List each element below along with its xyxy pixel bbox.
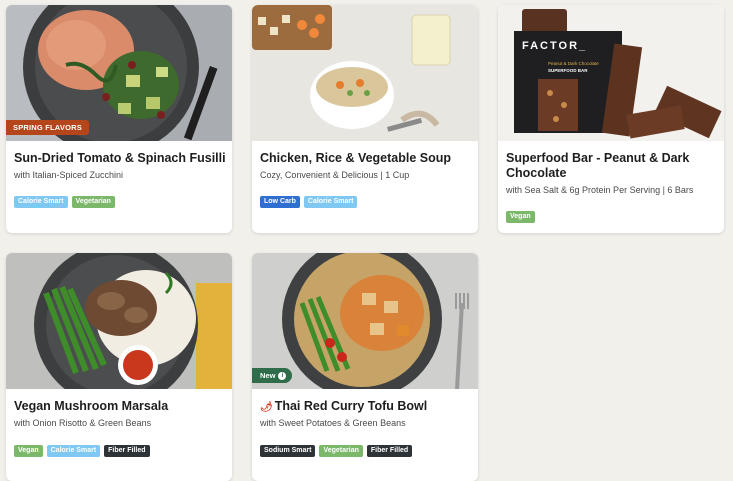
tag-fiber-filled: Fiber Filled <box>366 445 413 457</box>
new-badge-label: New <box>260 371 276 380</box>
meal-card-fusilli[interactable]: SPRING FLAVORS Sun-Dried Tomato & Spinac… <box>6 5 232 233</box>
new-badge[interactable]: New i <box>252 368 293 383</box>
meal-subtitle: with Italian-Spiced Zucchini <box>14 170 124 180</box>
tag-vegan: Vegan <box>14 445 43 457</box>
tag-list: Vegan Calorie Smart Fiber Filled <box>14 445 150 457</box>
meal-title[interactable]: Sun-Dried Tomato & Spinach Fusilli <box>14 151 226 166</box>
spring-flavors-badge: SPRING FLAVORS <box>6 120 89 135</box>
meal-subtitle: with Onion Risotto & Green Beans <box>14 418 152 428</box>
tag-calorie-smart: Calorie Smart <box>303 196 358 208</box>
meal-card-soup[interactable]: Chicken, Rice & Vegetable Soup Cozy, Con… <box>252 5 478 233</box>
tag-list: Low Carb Calorie Smart <box>260 196 358 208</box>
tag-vegetarian: Vegetarian <box>71 196 115 208</box>
tag-vegetarian: Vegetarian <box>319 445 363 457</box>
tag-vegan: Vegan <box>506 211 535 223</box>
tag-list: Vegan <box>506 211 535 223</box>
meal-subtitle: with Sea Salt & 6g Protein Per Serving |… <box>506 185 694 195</box>
package-type-text: SUPERFOOD BAR <box>548 68 588 73</box>
tag-fiber-filled: Fiber Filled <box>104 445 150 457</box>
meal-title[interactable]: Superfood Bar - Peanut & Dark Chocolate <box>506 151 718 181</box>
tag-calorie-smart: Calorie Smart <box>14 196 68 208</box>
meal-subtitle: Cozy, Convenient & Delicious | 1 Cup <box>260 170 410 180</box>
meal-image-mushroom-marsala[interactable] <box>6 253 232 389</box>
meal-title[interactable]: Vegan Mushroom Marsala <box>14 399 226 414</box>
tag-calorie-smart: Calorie Smart <box>46 445 101 457</box>
tag-low-carb: Low Carb <box>260 196 300 208</box>
chili-pepper-icon: 🌶 <box>260 402 273 413</box>
meal-card-mushroom-marsala[interactable]: Vegan Mushroom Marsala with Onion Risott… <box>6 253 232 481</box>
tag-list: Calorie Smart Vegetarian <box>14 196 115 208</box>
tag-sodium-smart: Sodium Smart <box>260 445 316 457</box>
meal-image-superfood-bar[interactable]: FACTOR_ Peanut & Dark Chocolate SUPERFOO… <box>498 5 724 141</box>
meal-subtitle: with Sweet Potatoes & Green Beans <box>260 418 406 428</box>
meal-card-superfood-bar[interactable]: FACTOR_ Peanut & Dark Chocolate SUPERFOO… <box>498 5 724 233</box>
meal-image-soup[interactable] <box>252 5 478 141</box>
info-icon[interactable]: i <box>278 371 287 380</box>
meal-title[interactable]: 🌶 Thai Red Curry Tofu Bowl <box>260 399 472 415</box>
package-flavor-text: Peanut & Dark Chocolate <box>548 61 599 66</box>
package-brand-text: FACTOR_ <box>522 40 587 52</box>
meal-title-text: Thai Red Curry Tofu Bowl <box>274 399 428 413</box>
tag-list: Sodium Smart Vegetarian Fiber Filled <box>260 445 413 457</box>
meal-card-thai-curry[interactable]: New i 🌶 Thai Red Curry Tofu Bowl with Swe… <box>252 253 478 481</box>
meal-title[interactable]: Chicken, Rice & Vegetable Soup <box>260 151 472 166</box>
